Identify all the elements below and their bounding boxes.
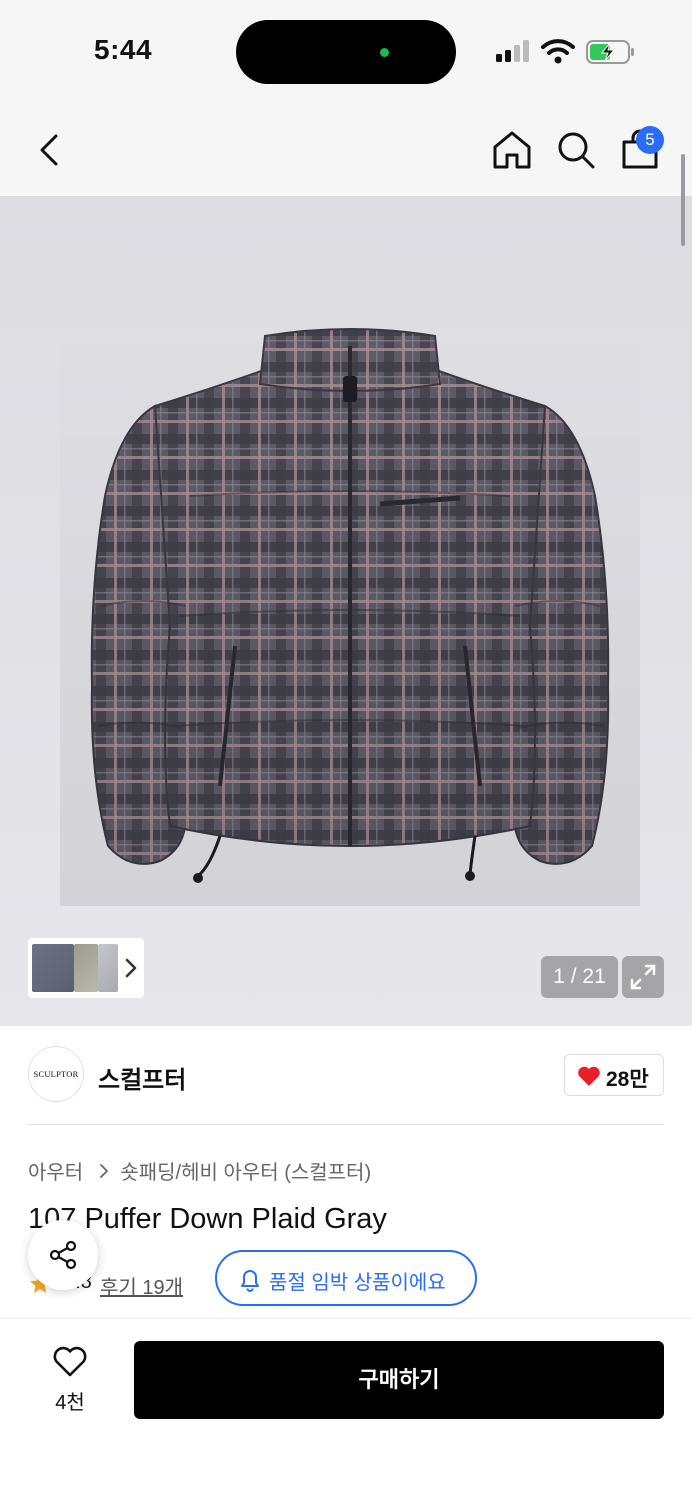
chevron-right-icon (97, 1163, 111, 1179)
buy-button[interactable]: 구매하기 (134, 1341, 664, 1419)
product-image-gallery[interactable]: 1 / 21 (0, 196, 692, 1026)
product-image (60, 326, 640, 906)
top-navigation-bar (0, 100, 692, 196)
bell-icon (241, 1270, 259, 1292)
thumbnail-strip-button[interactable] (28, 938, 144, 998)
search-icon[interactable] (554, 128, 598, 172)
page-scrollbar[interactable] (681, 154, 685, 246)
camera-indicator-dot (380, 48, 389, 57)
heart-outline-icon (53, 1346, 87, 1377)
expand-image-button[interactable] (622, 956, 664, 998)
section-divider (28, 1124, 664, 1125)
share-icon (49, 1240, 77, 1270)
wifi-icon (541, 39, 575, 64)
soldout-alert-text: 품절 임박 상품이에요 (269, 1272, 446, 1294)
cart-count-badge: 5 (636, 126, 664, 154)
review-count-link[interactable]: 후기 19개 (100, 1271, 183, 1300)
brand-like-count: 28만 (606, 1068, 649, 1091)
wishlist-button[interactable]: 4천 (34, 1342, 106, 1418)
brand-logo[interactable]: SCULPTOR (28, 1046, 84, 1102)
home-icon[interactable] (490, 128, 534, 172)
brand-like-button[interactable]: 28만 (564, 1054, 664, 1096)
cellular-signal-icon (496, 40, 529, 62)
thumbnail-image (98, 944, 118, 992)
dynamic-island (236, 20, 456, 84)
expand-icon (630, 964, 656, 990)
breadcrumb: 아우터 숏패딩/헤비 아우터 (스컬프터) (28, 1156, 371, 1185)
breadcrumb-item-outer[interactable]: 아우터 (28, 1156, 83, 1185)
battery-charging-icon (586, 40, 634, 64)
share-button[interactable] (28, 1220, 98, 1290)
soldout-alert-button[interactable]: 품절 임박 상품이에요 (215, 1250, 477, 1306)
chevron-left-icon[interactable] (30, 128, 70, 172)
breadcrumb-item-category[interactable]: 숏패딩/헤비 아우터 (스컬프터) (120, 1156, 371, 1185)
image-page-counter: 1 / 21 (541, 956, 618, 998)
chevron-right-icon (125, 958, 137, 978)
status-bar: 5:44 (0, 0, 692, 100)
thumbnail-image (74, 944, 98, 992)
heart-filled-icon (578, 1066, 600, 1086)
thumbnail-image (32, 944, 74, 992)
brand-name-link[interactable]: 스컬프터 (98, 1060, 186, 1095)
wishlist-count: 4천 (55, 1392, 85, 1414)
status-time: 5:44 (94, 34, 153, 65)
